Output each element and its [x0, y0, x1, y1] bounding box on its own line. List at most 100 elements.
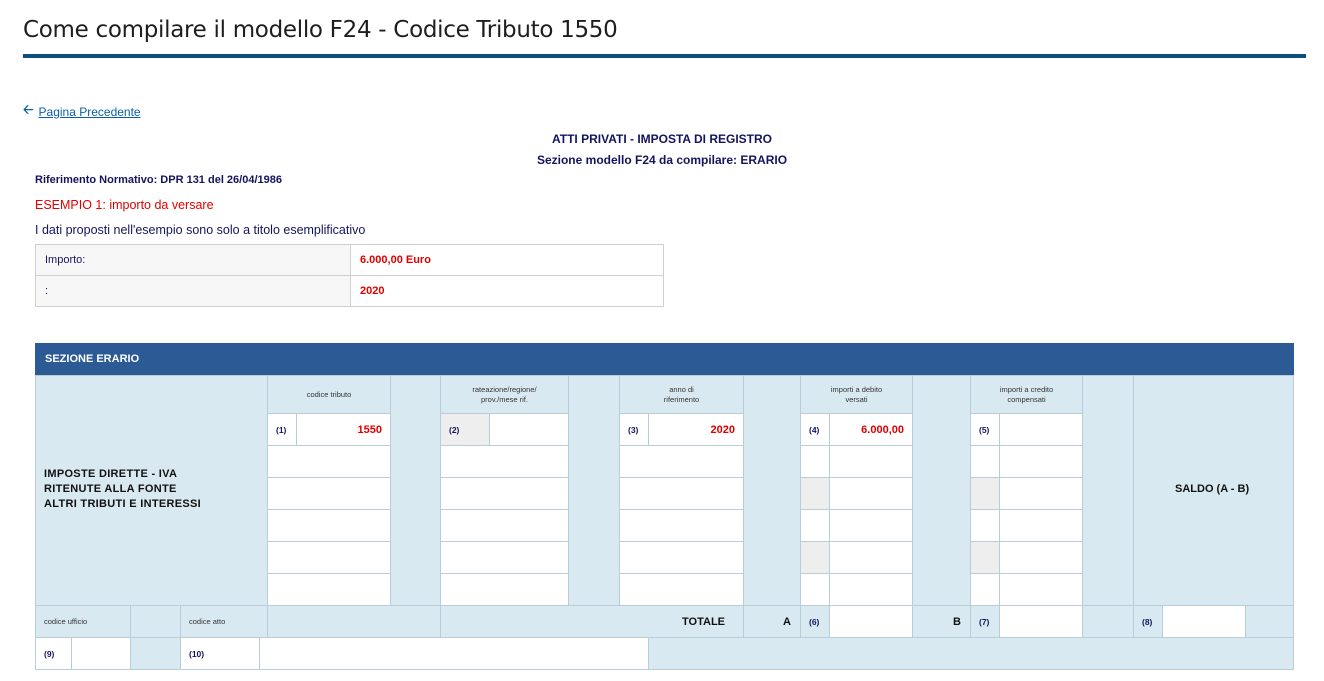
totale-label: TOTALE	[440, 605, 744, 638]
codice-tributo-field[interactable]	[267, 509, 391, 542]
arrow-left-icon: 🡠	[23, 102, 34, 117]
anno-field[interactable]	[619, 573, 744, 606]
importo-credito-field[interactable]	[999, 477, 1083, 510]
spacer-cell	[267, 605, 441, 638]
section-heading: ATTI PRIVATI - IMPOSTA DI REGISTRO	[552, 132, 772, 146]
field-number: (7)	[970, 605, 1000, 638]
title-divider	[23, 54, 1306, 58]
row-value: 2020	[350, 275, 664, 307]
importo-debito-field[interactable]	[829, 509, 913, 542]
totale-b-label: B	[912, 605, 971, 638]
spacer-cell	[1245, 605, 1294, 638]
importo-credito-field[interactable]	[999, 541, 1083, 574]
field-number	[970, 573, 1000, 606]
field-number	[970, 445, 1000, 478]
codice-atto-field[interactable]	[259, 637, 649, 670]
col-header-line: importi a debito	[830, 384, 883, 394]
section-subheading: Sezione modello F24 da compilare: ERARIO	[536, 153, 788, 167]
back-link[interactable]: 🡠 Pagina Precedente	[23, 101, 141, 123]
codice-tributo-field[interactable]	[267, 541, 391, 574]
spacer-cell	[390, 375, 441, 606]
col-header-line: anno di	[669, 384, 694, 394]
col-header-rateazione: rateazione/regione/prov./mese rif.	[440, 375, 569, 414]
field-number	[970, 477, 1000, 510]
field-number	[800, 445, 830, 478]
codice-ufficio-label: codice ufficio	[35, 605, 131, 638]
field-number: (6)	[800, 605, 830, 638]
rateazione-field[interactable]	[440, 509, 569, 542]
field-number: (9)	[35, 637, 72, 670]
rateazione-field[interactable]	[440, 573, 569, 606]
field-number: (4)	[800, 413, 830, 446]
page-title: Come compilare il modello F24 - Codice T…	[23, 17, 618, 43]
field-number: (8)	[1133, 605, 1163, 638]
example-note: I dati proposti nell'esempio sono solo a…	[35, 223, 366, 237]
field-number	[970, 509, 1000, 542]
anno-field[interactable]	[619, 445, 744, 478]
table-row: Importo: 6.000,00 Euro	[35, 244, 664, 276]
totale-a-label: A	[743, 605, 801, 638]
field-number: (2)	[440, 413, 490, 446]
anno-field[interactable]	[619, 477, 744, 510]
importo-debito-field[interactable]	[829, 477, 913, 510]
col-header-line: rateazione/regione/	[472, 384, 537, 394]
codice-tributo-field[interactable]: 1550	[296, 413, 391, 446]
importo-credito-field[interactable]	[999, 573, 1083, 606]
importo-credito-field[interactable]	[999, 413, 1083, 446]
spacer-cell	[568, 375, 620, 606]
col-header-codice-tributo: codice tributo	[267, 375, 391, 414]
spacer-cell	[1082, 375, 1134, 606]
tax-categories: IMPOSTE DIRETTE - IVA RITENUTE ALLA FONT…	[44, 467, 201, 512]
tax-category: ALTRI TRIBUTI E INTERESSI	[44, 498, 202, 510]
example-data-table: Importo: 6.000,00 Euro : 2020	[35, 244, 664, 307]
col-header-anno: anno di riferimento	[619, 375, 744, 414]
rateazione-field[interactable]	[440, 477, 569, 510]
back-link-label[interactable]: Pagina Precedente	[39, 105, 141, 119]
saldo-label: SALDO (A - B)	[1175, 483, 1250, 495]
spacer-cell	[743, 375, 801, 606]
importo-credito-field[interactable]	[999, 445, 1083, 478]
anno-field[interactable]	[619, 541, 744, 574]
importo-debito-field[interactable]	[829, 573, 913, 606]
rateazione-field[interactable]	[489, 413, 569, 446]
spacer-cell	[130, 637, 181, 670]
field-number: (3)	[619, 413, 649, 446]
col-header-debito: importi a debito versati	[800, 375, 913, 414]
anno-field[interactable]	[619, 509, 744, 542]
field-number	[800, 509, 830, 542]
field-number	[970, 541, 1000, 574]
importo-debito-field[interactable]	[829, 445, 913, 478]
importo-debito-field[interactable]	[829, 541, 913, 574]
codice-ufficio-field[interactable]	[71, 637, 131, 670]
spacer-cell	[1082, 605, 1134, 638]
codice-tributo-field[interactable]	[267, 477, 391, 510]
saldo-field[interactable]	[1162, 605, 1246, 638]
spacer-cell	[648, 637, 1294, 670]
codice-tributo-field[interactable]	[267, 445, 391, 478]
f24-erario-form: SEZIONE ERARIO IMPOSTE DIRETTE - IVA RIT…	[35, 343, 1294, 670]
col-header-line: prov./mese rif.	[481, 394, 528, 404]
row-label: :	[35, 275, 351, 307]
importo-credito-field[interactable]	[999, 509, 1083, 542]
row-value: 6.000,00 Euro	[350, 244, 664, 276]
col-header-line: versati	[845, 394, 868, 404]
example-title: ESEMPIO 1: importo da versare	[35, 198, 214, 212]
table-row: : 2020	[35, 275, 664, 307]
totale-a-field[interactable]	[829, 605, 913, 638]
rateazione-field[interactable]	[440, 445, 569, 478]
col-header-line: riferimento	[663, 394, 700, 404]
codice-atto-label: codice atto	[180, 605, 268, 638]
field-number	[800, 477, 830, 510]
field-number: (1)	[267, 413, 297, 446]
totale-b-field[interactable]	[999, 605, 1083, 638]
rateazione-field[interactable]	[440, 541, 569, 574]
field-number: (10)	[180, 637, 260, 670]
tax-category: RITENUTE ALLA FONTE	[44, 483, 177, 495]
anno-field[interactable]: 2020	[648, 413, 744, 446]
spacer-cell	[130, 605, 181, 638]
codice-tributo-field[interactable]	[267, 573, 391, 606]
erario-heading: SEZIONE ERARIO	[35, 343, 1294, 375]
importo-debito-field[interactable]: 6.000,00	[829, 413, 913, 446]
col-header-line: importi a credito	[999, 384, 1054, 394]
field-number: (5)	[970, 413, 1000, 446]
